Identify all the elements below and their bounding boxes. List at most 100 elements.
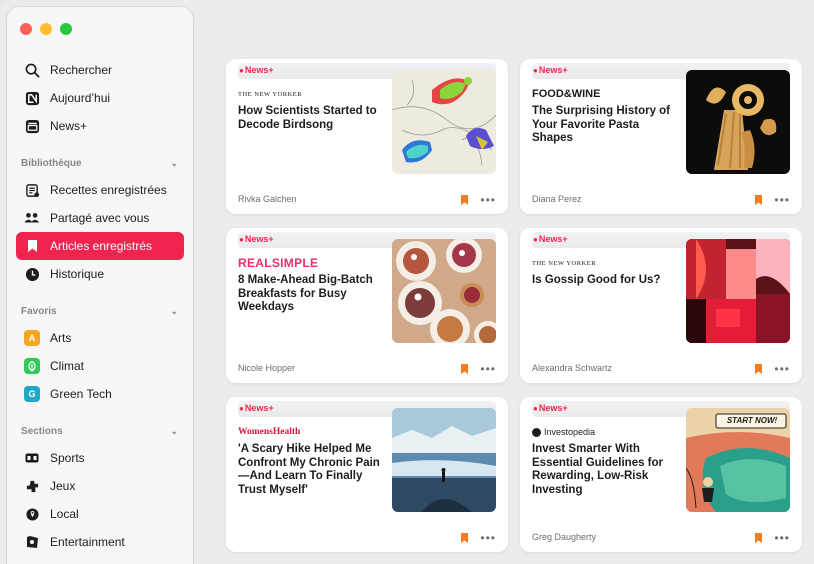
bookmark-icon: [24, 238, 40, 254]
publisher-logo: THE NEW YORKER: [238, 87, 302, 101]
article-thumbnail[interactable]: START NOW!: [686, 408, 790, 512]
close-button[interactable]: [20, 23, 32, 35]
channel-badge: A: [24, 330, 40, 346]
chevron-down-icon[interactable]: ⌄: [170, 158, 178, 169]
clock-icon: [24, 266, 40, 282]
article-headline[interactable]: 'A Scary Hike Helped Me Confront My Chro…: [238, 443, 382, 497]
article-card[interactable]: ● News+ Investopedia Invest Smarter With …: [520, 397, 802, 552]
sidebar-item-label: Green Tech: [50, 387, 112, 401]
zoom-button[interactable]: [60, 23, 72, 35]
section-header-favorites[interactable]: Favoris ⌄: [16, 298, 184, 324]
card-actions: •••: [461, 194, 496, 206]
section-title: Sections: [21, 425, 63, 437]
more-options-icon[interactable]: •••: [774, 194, 790, 206]
article-card[interactable]: ● News+ THE NEW YORKER How Scientists Sta…: [226, 59, 508, 214]
sidebar-item-history[interactable]: Historique: [16, 260, 184, 288]
bookmark-icon[interactable]: [461, 195, 469, 205]
apple-icon: ●: [533, 65, 538, 75]
section-header-sections[interactable]: Sections ⌄: [16, 418, 184, 444]
card-actions: •••: [755, 532, 790, 544]
article-card[interactable]: ● News+ WomensHealth 'A Scary Hike Helped…: [226, 397, 508, 552]
sidebar-item-search[interactable]: Rechercher: [16, 56, 184, 84]
news-plus-tag: ● News+: [239, 234, 274, 244]
investopedia-logo-icon: [532, 427, 541, 437]
sidebar-item-games[interactable]: Jeux: [16, 472, 184, 500]
bookmark-icon[interactable]: [755, 364, 763, 374]
publisher-name: FOOD&WINE: [532, 88, 601, 100]
card-actions: •••: [755, 194, 790, 206]
section-title: Bibliothèque: [21, 157, 82, 169]
sidebar-item-climate[interactable]: Climat: [16, 352, 184, 380]
sidebar-item-saved-articles[interactable]: Articles enregistrés: [16, 232, 184, 260]
sidebar-item-label: Partagé avec vous: [50, 211, 150, 225]
article-author: Greg Daugherty: [532, 532, 597, 542]
article-author: Diana Perez: [532, 194, 582, 204]
news-icon: [24, 90, 40, 106]
sidebar-item-green-tech[interactable]: G Green Tech: [16, 380, 184, 408]
article-thumbnail[interactable]: [686, 239, 790, 343]
article-headline[interactable]: How Scientists Started to Decode Birdson…: [238, 105, 382, 132]
bookmark-icon[interactable]: [461, 364, 469, 374]
sidebar-item-shared-with-you[interactable]: Partagé avec vous: [16, 204, 184, 232]
publisher-logo: Investopedia: [532, 425, 595, 439]
news-plus-tag: ● News+: [239, 65, 274, 75]
sidebar-item-local[interactable]: Local: [16, 500, 184, 528]
article-card[interactable]: ● News+ THE NEW YORKER Is Gossip Good for…: [520, 228, 802, 383]
minimize-button[interactable]: [40, 23, 52, 35]
tag-label: News+: [538, 403, 568, 413]
chevron-down-icon[interactable]: ⌄: [170, 306, 178, 317]
tag-label: News+: [244, 65, 274, 75]
chevron-down-icon[interactable]: ⌄: [170, 426, 178, 437]
news-plus-icon: [24, 118, 40, 134]
publisher-logo: FOOD&WINE: [532, 87, 600, 101]
location-icon: [24, 506, 40, 522]
bookmark-icon[interactable]: [755, 533, 763, 543]
article-author: Alexandra Schwartz: [532, 363, 613, 373]
article-author: Rivka Galchen: [238, 194, 297, 204]
leaf-icon: [24, 358, 40, 374]
article-card[interactable]: ● News+ FOOD&WINE The Surprising History …: [520, 59, 802, 214]
apple-icon: ●: [239, 65, 244, 75]
card-actions: •••: [461, 363, 496, 375]
article-headline[interactable]: Is Gossip Good for Us?: [532, 274, 676, 288]
apple-icon: ●: [239, 403, 244, 413]
sidebar-item-arts[interactable]: A Arts: [16, 324, 184, 352]
sidebar-item-entertainment[interactable]: Entertainment: [16, 528, 184, 556]
more-options-icon[interactable]: •••: [480, 532, 496, 544]
card-actions: •••: [755, 363, 790, 375]
recipes-icon: [24, 182, 40, 198]
article-thumbnail[interactable]: [392, 70, 496, 174]
puzzle-icon: [24, 478, 40, 494]
apple-icon: ●: [533, 234, 538, 244]
sidebar-item-label: Local: [50, 507, 79, 521]
article-headline[interactable]: 8 Make-Ahead Big-Batch Breakfasts for Bu…: [238, 274, 382, 315]
sidebar-item-label: Climat: [50, 359, 85, 373]
sidebar-item-news-plus[interactable]: News+: [16, 112, 184, 140]
sidebar-item-label: Recettes enregistrées: [50, 183, 167, 197]
sidebar-item-sports[interactable]: Sports: [16, 444, 184, 472]
publisher-name: THE NEW YORKER: [532, 259, 597, 267]
sidebar: Rechercher Aujourd’hui News+ Bibliothèqu…: [7, 7, 193, 564]
more-options-icon[interactable]: •••: [480, 194, 496, 206]
publisher-name: THE NEW YORKER: [238, 90, 303, 98]
section-title: Favoris: [21, 305, 57, 317]
publisher-name: WomensHealth: [238, 427, 301, 437]
more-options-icon[interactable]: •••: [774, 363, 790, 375]
sidebar-item-label: Entertainment: [50, 535, 125, 549]
sidebar-item-saved-recipes[interactable]: Recettes enregistrées: [16, 176, 184, 204]
article-thumbnail[interactable]: [392, 408, 496, 512]
apple-icon: ●: [239, 234, 244, 244]
article-author: Nicole Hopper: [238, 363, 296, 373]
article-headline[interactable]: Invest Smarter With Essential Guidelines…: [532, 443, 676, 497]
sidebar-item-today[interactable]: Aujourd’hui: [16, 84, 184, 112]
article-thumbnail[interactable]: [392, 239, 496, 343]
article-headline[interactable]: The Surprising History of Your Favorite …: [532, 105, 676, 146]
bookmark-icon[interactable]: [461, 533, 469, 543]
bookmark-icon[interactable]: [755, 195, 763, 205]
article-thumbnail[interactable]: [686, 70, 790, 174]
section-header-library[interactable]: Bibliothèque ⌄: [16, 150, 184, 176]
article-card[interactable]: ● News+ REALSIMPLE 8 Make-Ahead Big-Batch…: [226, 228, 508, 383]
more-options-icon[interactable]: •••: [774, 532, 790, 544]
publisher-name: REALSIMPLE: [238, 256, 319, 270]
more-options-icon[interactable]: •••: [480, 363, 496, 375]
